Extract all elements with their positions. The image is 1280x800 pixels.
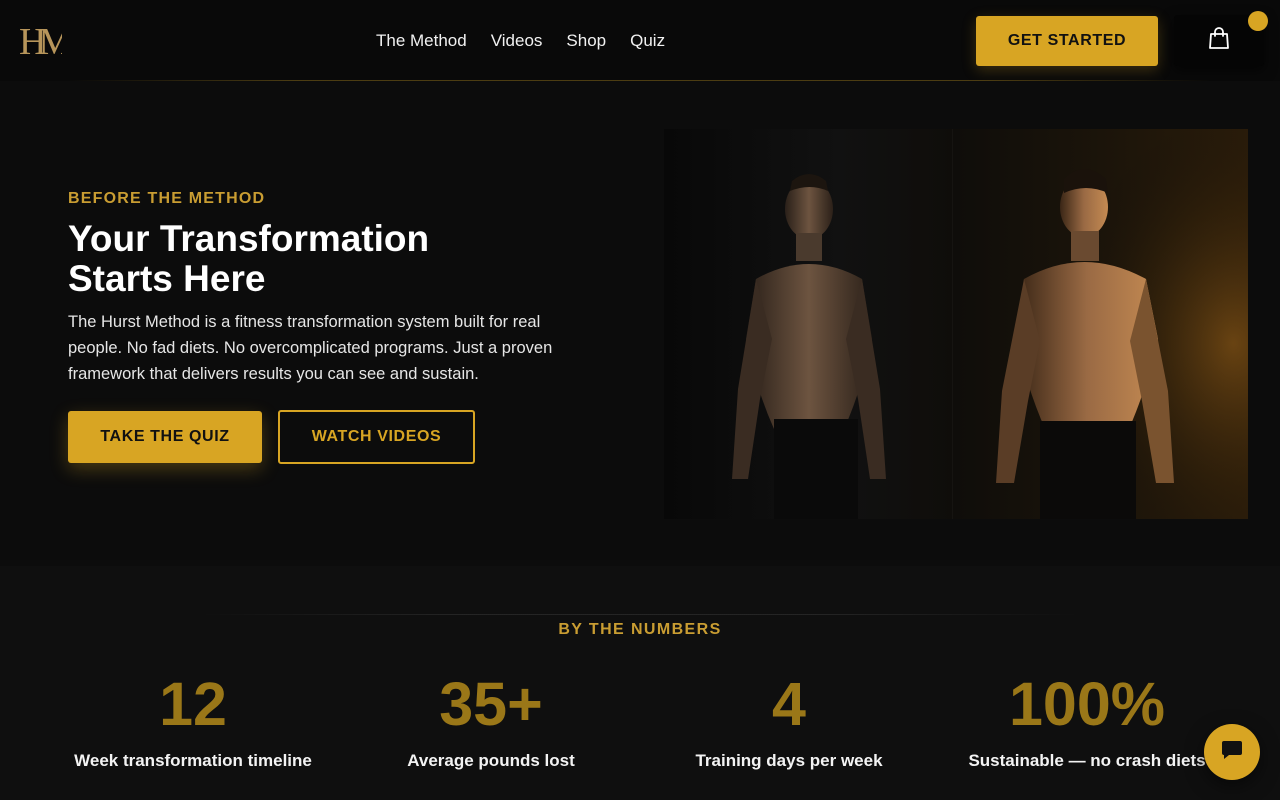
hero-title: Your Transformation Starts Here <box>68 218 430 299</box>
stat-value: 100% <box>1008 670 1165 738</box>
stat-value: 4 <box>772 670 806 738</box>
shopping-bag-icon <box>1208 26 1230 55</box>
stat-item: 4 Training days per week <box>639 671 939 771</box>
brand-logo[interactable]: HM <box>18 18 79 63</box>
before-after-transformation-photo <box>664 129 1248 519</box>
stat-label: Week transformation timeline <box>74 751 312 770</box>
stat-item: 100% Sustainable — no crash diets <box>937 671 1237 771</box>
hero-description: The Hurst Method is a fitness transforma… <box>68 313 553 383</box>
stat-label: Average pounds lost <box>407 751 575 770</box>
top-nav: HM The Method Videos Shop Quiz GET START… <box>0 0 1280 81</box>
hero-eyebrow: BEFORE THE METHOD <box>68 190 266 207</box>
stat-value: 35+ <box>439 670 543 738</box>
svg-text:HM: HM <box>19 21 62 62</box>
get-started-button[interactable]: GET STARTED <box>976 16 1158 66</box>
nav-link-quiz[interactable]: Quiz <box>630 30 665 52</box>
nav-link-videos[interactable]: Videos <box>491 30 543 52</box>
nav-links: The Method Videos Shop Quiz <box>376 30 665 52</box>
nav-link-the-method[interactable]: The Method <box>376 30 467 52</box>
take-quiz-button[interactable]: TAKE THE QUIZ <box>68 411 262 463</box>
stat-item: 35+ Average pounds lost <box>341 671 641 771</box>
chat-bubble-icon <box>1220 739 1244 766</box>
stat-item: 12 Week transformation timeline <box>43 671 343 771</box>
nav-link-shop[interactable]: Shop <box>566 30 606 52</box>
stat-label: Training days per week <box>695 751 883 770</box>
photo-divider <box>952 129 953 519</box>
chat-button[interactable] <box>1204 724 1260 780</box>
stat-label: Sustainable — no crash diets <box>968 751 1206 770</box>
stats-heading: BY THE NUMBERS <box>558 621 722 638</box>
cart-notification-badge <box>1248 11 1268 31</box>
before-figure <box>732 174 886 519</box>
stats-divider <box>200 614 1080 615</box>
stat-value: 12 <box>159 670 227 738</box>
stats-section: BY THE NUMBERS 12 Week transformation ti… <box>0 566 1280 800</box>
watch-videos-button[interactable]: WATCH VIDEOS <box>278 410 475 464</box>
